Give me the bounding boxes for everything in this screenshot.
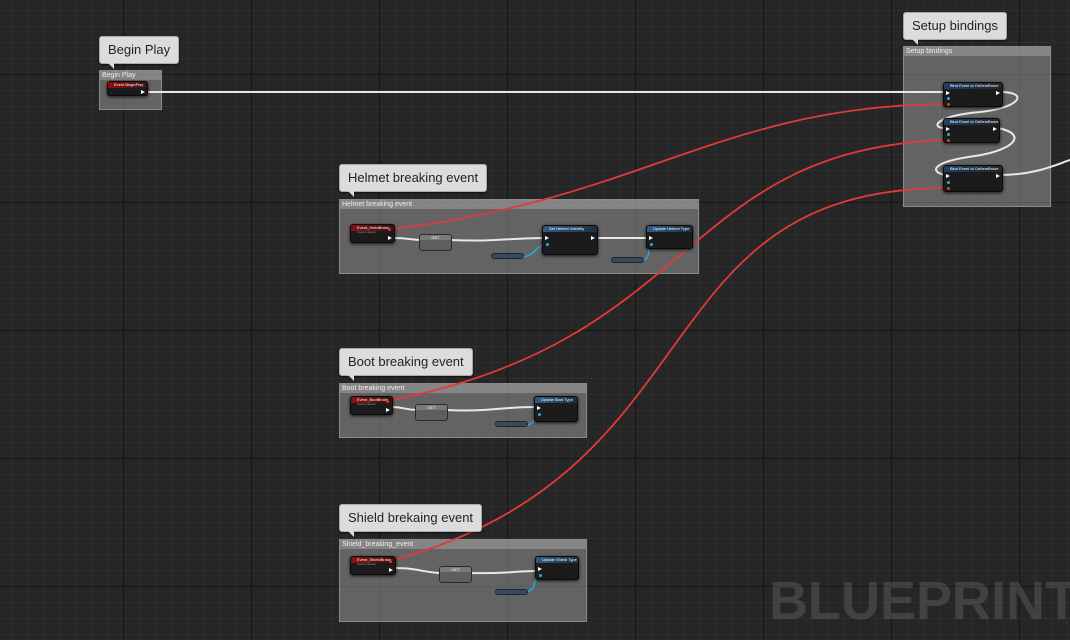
event-beginplay-node[interactable]: Event BeginPlay <box>107 81 148 96</box>
delegate-pin[interactable] <box>389 560 392 563</box>
bind-event-node-2[interactable]: Bind Event to OnItemBroke <box>943 118 1000 143</box>
update-boot-type-node[interactable]: Update Boot Type <box>534 396 578 422</box>
event-pin[interactable] <box>947 103 950 106</box>
boot-variable-node[interactable] <box>495 421 528 427</box>
comment-bubble-begin-play[interactable]: Begin Play <box>99 36 180 69</box>
target-pin[interactable] <box>538 413 541 416</box>
comment-bubble-shield[interactable]: Shield brekaing event <box>339 504 483 537</box>
set-helmet-visibility-node[interactable]: Set Helmet Visibility <box>542 225 598 255</box>
comment-title-setup-bindings: Setup bindings <box>904 47 1050 56</box>
update-shield-title: Update Shield Type <box>536 557 578 563</box>
comment-title-helmet: Helmet breaking event <box>340 200 698 209</box>
target-pin[interactable] <box>546 243 549 246</box>
get-label: GET <box>440 567 471 572</box>
helmet-variable-node-2[interactable] <box>611 257 644 263</box>
exec-out-pin[interactable] <box>388 236 392 240</box>
helmet-variable-node[interactable] <box>491 253 524 259</box>
target-pin[interactable] <box>947 97 950 100</box>
comment-bubble-setup-bindings[interactable]: Setup bindings <box>903 12 1008 45</box>
exec-out-pin[interactable] <box>996 91 1000 95</box>
exec-out-pin[interactable] <box>996 174 1000 178</box>
event-beginplay-title: Event BeginPlay <box>108 82 147 88</box>
set-helmet-title: Set Helmet Visibility <box>543 226 597 232</box>
exec-in-pin[interactable] <box>946 91 950 95</box>
exec-out-pin[interactable] <box>389 568 393 572</box>
shield-event-subtitle: Custom Event <box>357 563 376 566</box>
exec-in-pin[interactable] <box>545 236 549 240</box>
delegate-pin[interactable] <box>388 228 391 231</box>
helmet-get-node[interactable]: GET <box>419 234 452 251</box>
helmet-event-subtitle: Custom Event <box>357 231 376 234</box>
update-boot-title: Update Boot Type <box>535 397 577 403</box>
target-pin[interactable] <box>539 574 542 577</box>
boot-get-node[interactable]: GET <box>415 404 448 421</box>
exec-in-pin[interactable] <box>649 236 653 240</box>
bind-event-title-3: Bind Event to OnItemBroke <box>944 166 1002 172</box>
exec-in-pin[interactable] <box>946 174 950 178</box>
update-helmet-title: Update Helmet Type <box>647 226 692 232</box>
blueprint-watermark: BLUEPRINT <box>769 571 1070 631</box>
bind-event-node-1[interactable]: Bind Event to OnItemBroke <box>943 82 1003 107</box>
helmet-custom-event-node[interactable]: Event_HelmBroke Custom Event <box>350 224 395 243</box>
event-pin[interactable] <box>947 139 950 142</box>
comment-bubble-boot[interactable]: Boot breaking event <box>339 348 473 381</box>
get-label: GET <box>416 405 447 410</box>
shield-custom-event-node[interactable]: Event_ShieldBroke Custom Event <box>350 556 396 575</box>
get-label: GET <box>420 235 451 240</box>
exec-in-pin[interactable] <box>946 127 950 131</box>
boot-custom-event-node[interactable]: Event_BootBroke Custom Event <box>350 396 393 415</box>
exec-out-pin[interactable] <box>993 127 997 131</box>
exec-in-pin[interactable] <box>537 406 541 410</box>
exec-in-pin[interactable] <box>538 567 542 571</box>
bind-event-title-1: Bind Event to OnItemBroke <box>944 83 1002 89</box>
exec-out-pin[interactable] <box>141 90 145 94</box>
target-pin[interactable] <box>947 181 950 184</box>
comment-title-begin-play: Begin Play <box>100 71 161 80</box>
update-shield-type-node[interactable]: Update Shield Type <box>535 556 579 580</box>
event-pin[interactable] <box>947 187 950 190</box>
comment-title-shield: Shield_breaking_event <box>340 540 586 549</box>
bind-event-title-2: Bind Event to OnItemBroke <box>944 119 999 125</box>
shield-get-node[interactable]: GET <box>439 566 472 583</box>
exec-out-pin[interactable] <box>591 236 595 240</box>
exec-out-pin[interactable] <box>386 408 390 412</box>
delegate-pin[interactable] <box>386 400 389 403</box>
comment-bubble-helmet[interactable]: Helmet breaking event <box>339 164 488 197</box>
comment-title-boot: Boot breaking event <box>340 384 586 393</box>
update-helmet-type-node[interactable]: Update Helmet Type <box>646 225 693 249</box>
shield-variable-node[interactable] <box>495 589 528 595</box>
bind-event-node-3[interactable]: Bind Event to OnItemBroke <box>943 165 1003 192</box>
target-pin[interactable] <box>650 243 653 246</box>
target-pin[interactable] <box>947 133 950 136</box>
boot-event-subtitle: Custom Event <box>357 403 376 406</box>
